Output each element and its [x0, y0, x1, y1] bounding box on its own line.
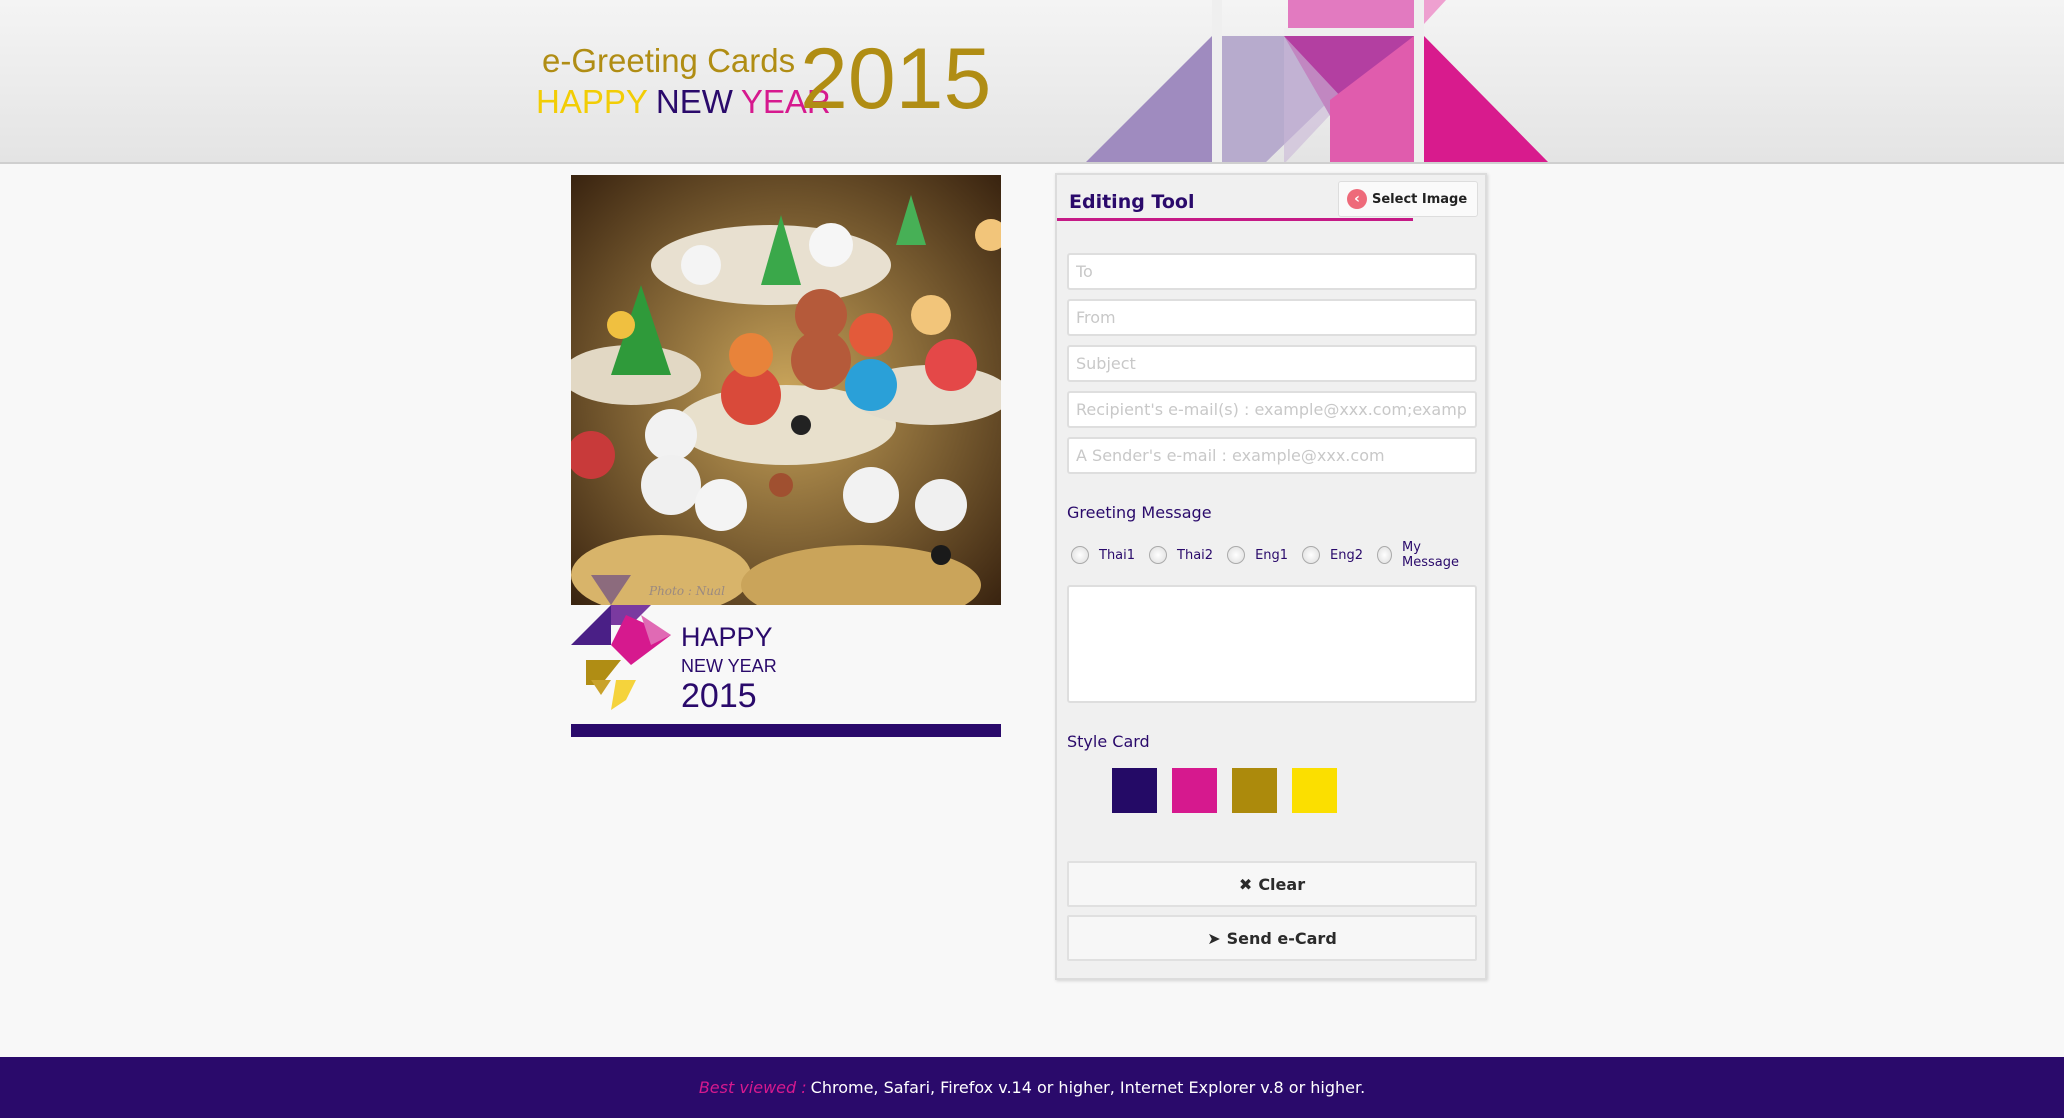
- style-card-label: Style Card: [1067, 732, 1150, 751]
- greeting-option-thai2[interactable]: Thai2: [1149, 546, 1213, 564]
- greeting-option-eng2[interactable]: Eng2: [1302, 546, 1363, 564]
- from-input[interactable]: [1067, 299, 1477, 336]
- radio-label: Eng2: [1330, 547, 1364, 563]
- card-photo[interactable]: Photo : Nual: [571, 175, 1001, 605]
- style-swatch-yellow[interactable]: [1292, 768, 1337, 813]
- close-icon: ✖: [1238, 874, 1253, 894]
- best-viewed-label: Best viewed :: [698, 1078, 807, 1097]
- recipient-email-input[interactable]: [1067, 391, 1477, 428]
- radio-label: Thai2: [1177, 547, 1214, 563]
- editor-title: Editing Tool: [1069, 191, 1195, 213]
- browser-support-text: Chrome, Safari, Firefox v.14 or higher, …: [810, 1078, 1366, 1097]
- glass-figurines-photo: Photo : Nual: [571, 175, 1001, 605]
- to-input[interactable]: [1067, 253, 1477, 290]
- badge-newyear: NEW YEAR: [681, 655, 777, 676]
- greeting-message-textarea[interactable]: [1067, 585, 1477, 703]
- style-swatch-purple[interactable]: [1112, 768, 1157, 813]
- clear-button[interactable]: ✖ Clear: [1067, 861, 1477, 907]
- page-footer: Best viewed : Chrome, Safari, Firefox v.…: [0, 1057, 2064, 1118]
- site-logo: e-Greeting Cards HAPPY NEW YEAR 2015: [536, 36, 991, 136]
- logo-tagline: HAPPY NEW YEAR: [536, 83, 839, 121]
- photo-watermark: Photo : Nual: [648, 584, 725, 598]
- greeting-option-my-message[interactable]: My Message: [1377, 540, 1467, 570]
- send-button-label: Send e-Card: [1226, 928, 1337, 948]
- badge-year-number: 2015: [681, 677, 757, 716]
- radio-label: My Message: [1402, 540, 1459, 570]
- style-swatch-magenta[interactable]: [1172, 768, 1217, 813]
- send-ecard-button[interactable]: ➤ Send e-Card: [1067, 915, 1477, 961]
- style-swatches: [1112, 768, 1352, 813]
- paper-plane-icon: ➤: [1207, 928, 1221, 948]
- select-image-button[interactable]: ‹ Select Image: [1338, 181, 1478, 217]
- editing-tool-panel: Editing Tool ‹ Select Image Greeting Mes…: [1055, 173, 1487, 980]
- radio-button[interactable]: [1302, 546, 1321, 564]
- editor-title-underline: [1057, 218, 1413, 221]
- greeting-options: Thai1 Thai2 Eng1 Eng2 My Message: [1071, 540, 1481, 570]
- radio-button[interactable]: [1227, 546, 1246, 564]
- sender-email-input[interactable]: [1067, 437, 1477, 474]
- radio-label: Eng1: [1255, 547, 1289, 563]
- style-swatch-gold[interactable]: [1232, 768, 1277, 813]
- greeting-option-eng1[interactable]: Eng1: [1227, 546, 1288, 564]
- logo-new: NEW: [655, 83, 733, 120]
- header-tangram-art: [1086, 0, 1549, 162]
- subject-input[interactable]: [1067, 345, 1477, 382]
- logo-happy: HAPPY: [536, 83, 648, 120]
- badge-tangram-icon: [571, 605, 671, 710]
- badge-text: HAPPY NEW YEAR 2015: [681, 622, 777, 716]
- logo-title: e-Greeting Cards: [542, 42, 796, 79]
- radio-button[interactable]: [1071, 546, 1089, 564]
- card-preview: Photo : Nual HAPPY NEW YEAR 2015: [571, 175, 1001, 737]
- select-image-label: Select Image: [1372, 191, 1468, 207]
- radio-button[interactable]: [1377, 546, 1393, 564]
- greeting-option-thai1[interactable]: Thai1: [1071, 546, 1135, 564]
- badge-happy: HAPPY: [681, 622, 773, 652]
- logo-year-number: 2015: [800, 31, 992, 127]
- card-badge: HAPPY NEW YEAR 2015: [571, 605, 1001, 720]
- page-header: e-Greeting Cards HAPPY NEW YEAR 2015: [0, 0, 2064, 164]
- card-color-bar: [571, 724, 1001, 737]
- greeting-message-label: Greeting Message: [1067, 503, 1212, 522]
- chevron-left-icon: ‹: [1347, 189, 1367, 209]
- radio-label: Thai1: [1099, 547, 1136, 563]
- clear-button-label: Clear: [1258, 874, 1306, 894]
- radio-button[interactable]: [1149, 546, 1168, 564]
